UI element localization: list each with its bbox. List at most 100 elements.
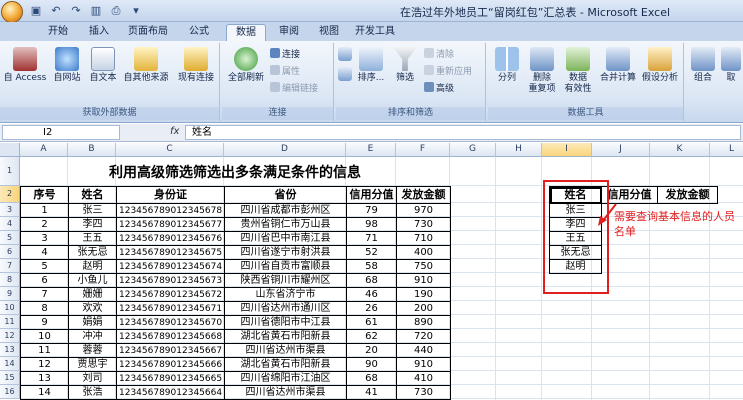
row-header-6[interactable]: 6 (0, 245, 20, 259)
row-header-9[interactable]: 9 (0, 287, 20, 301)
column-header-b[interactable]: B (68, 143, 116, 157)
table-header-cell[interactable]: 省份 (224, 186, 347, 204)
table-row[interactable]: 12 贾思宇 123456789012345666 湖北省黄石市阳新县 90 910 (20, 357, 451, 372)
table-cell[interactable]: 3 (20, 231, 69, 246)
dropdown-icon[interactable]: ▾ (128, 3, 144, 18)
text-to-columns-button[interactable]: 分列 (490, 47, 524, 84)
table-cell[interactable]: 730 (396, 385, 451, 400)
tab-data[interactable]: 数据 (226, 24, 266, 41)
what-if-analysis-button[interactable]: 假设分析 (638, 47, 682, 84)
table-cell[interactable]: 四川省巴中市南江县 (224, 231, 347, 246)
sheet-title[interactable]: 利用高级筛选筛选出多条满足条件的信息 (20, 157, 450, 186)
row-header-14[interactable]: 14 (0, 357, 20, 371)
table-cell[interactable]: 1 (20, 203, 69, 218)
table-cell[interactable]: 5 (20, 259, 69, 274)
table-cell[interactable]: 欢欢 (68, 301, 117, 316)
filter-button[interactable]: 筛选 (390, 47, 420, 84)
table-cell[interactable]: 20 (346, 343, 397, 358)
row-header-4[interactable]: 4 (0, 217, 20, 231)
column-header-l[interactable]: L (710, 143, 743, 157)
table-cell[interactable]: 46 (346, 287, 397, 302)
table-cell[interactable]: 10 (20, 329, 69, 344)
table-header-cell[interactable]: 发放金额 (396, 186, 451, 204)
tab-view[interactable]: 视图 (310, 24, 348, 41)
select-all-corner[interactable] (0, 143, 20, 157)
table-cell[interactable]: 440 (396, 343, 451, 358)
column-header-i[interactable]: I (542, 143, 592, 157)
table-cell[interactable]: 910 (396, 273, 451, 288)
row-header-13[interactable]: 13 (0, 343, 20, 357)
connections-button[interactable]: 连接 (270, 48, 300, 60)
table-row[interactable]: 2 李四 123456789012345677 贵州省铜仁市万山县 98 730 (20, 217, 451, 232)
table-row[interactable]: 3 王五 123456789012345676 四川省巴中市南江县 71 710 (20, 231, 451, 246)
table-cell[interactable]: 123456789012345677 (116, 217, 225, 232)
table-header-cell[interactable]: 信用分值 (346, 186, 397, 204)
table-cell[interactable]: 123456789012345673 (116, 273, 225, 288)
table-cell[interactable]: 贾思宇 (68, 357, 117, 372)
table-cell[interactable]: 79 (346, 203, 397, 218)
table-header-cell[interactable]: 身份证 (116, 186, 225, 204)
table-cell[interactable]: 四川省自贡市富顺县 (224, 259, 347, 274)
table-row[interactable]: 8 欢欢 123456789012345671 四川省达州市通川区 26 200 (20, 301, 451, 316)
table-cell[interactable]: 720 (396, 329, 451, 344)
from-web-button[interactable]: 自网站 (50, 47, 84, 84)
criteria-header[interactable]: 发放金额 (657, 186, 718, 204)
table-cell[interactable]: 刘司 (68, 371, 117, 386)
edit-links-button[interactable]: 编辑链接 (270, 82, 318, 94)
column-header-j[interactable]: J (592, 143, 650, 157)
table-cell[interactable]: 四川省绵阳市江油区 (224, 371, 347, 386)
empty-cell[interactable] (602, 260, 658, 274)
empty-cell[interactable] (658, 246, 718, 260)
table-row[interactable]: 7 姗姗 123456789012345672 山东省济宁市 46 190 (20, 287, 451, 302)
column-header-f[interactable]: F (396, 143, 450, 157)
remove-duplicates-button[interactable]: 删除 重复项 (524, 47, 560, 95)
group-button[interactable]: 组合 (688, 47, 718, 84)
empty-cell[interactable] (602, 246, 658, 260)
save-icon[interactable]: ▣ (28, 3, 44, 18)
worksheet-grid[interactable]: ABCDEFGHIJKL 1 2 3 4 5 6 7 8 9 10 11 12 13 14 15 16 利用高… (0, 143, 743, 400)
chart-icon[interactable]: ▥ (88, 3, 104, 18)
reapply-button[interactable]: 重新应用 (424, 65, 472, 77)
table-cell[interactable]: 910 (396, 357, 451, 372)
table-cell[interactable]: 123456789012345667 (116, 343, 225, 358)
tab-developer[interactable]: 开发工具 (350, 24, 400, 41)
table-cell[interactable]: 98 (346, 217, 397, 232)
column-header-k[interactable]: K (650, 143, 710, 157)
fx-icon[interactable]: fx (170, 126, 179, 137)
from-other-sources-button[interactable]: 自其他来源 (120, 47, 172, 84)
table-cell[interactable]: 陕西省铜川市耀州区 (224, 273, 347, 288)
table-cell[interactable]: 9 (20, 315, 69, 330)
table-cell[interactable]: 26 (346, 301, 397, 316)
table-cell[interactable]: 四川省成都市彭州区 (224, 203, 347, 218)
table-cell[interactable]: 4 (20, 245, 69, 260)
table-cell[interactable]: 赵明 (68, 259, 117, 274)
table-header-cell[interactable]: 姓名 (68, 186, 117, 204)
table-row[interactable]: 13 刘司 123456789012345665 四川省绵阳市江油区 68 410 (20, 371, 451, 386)
row-header-15[interactable]: 15 (0, 371, 20, 385)
clear-filter-button[interactable]: 清除 (424, 48, 454, 60)
table-cell[interactable]: 小鱼儿 (68, 273, 117, 288)
table-cell[interactable]: 730 (396, 217, 451, 232)
table-cell[interactable]: 71 (346, 231, 397, 246)
row-header-5[interactable]: 5 (0, 231, 20, 245)
table-cell[interactable]: 123456789012345678 (116, 203, 225, 218)
table-cell[interactable]: 123456789012345671 (116, 301, 225, 316)
tab-page-layout[interactable]: 页面布局 (122, 24, 174, 41)
column-header-c[interactable]: C (116, 143, 224, 157)
existing-connections-button[interactable]: 现有连接 (174, 47, 218, 84)
row-header-3[interactable]: 3 (0, 203, 20, 217)
table-cell[interactable]: 123456789012345665 (116, 371, 225, 386)
refresh-all-button[interactable]: 全部刷新 (224, 47, 268, 84)
table-cell[interactable]: 123456789012345666 (116, 357, 225, 372)
table-cell[interactable]: 娟娟 (68, 315, 117, 330)
formula-input[interactable]: 姓名 (185, 125, 741, 140)
tab-home[interactable]: 开始 (38, 24, 78, 41)
table-cell[interactable]: 11 (20, 343, 69, 358)
table-cell[interactable]: 52 (346, 245, 397, 260)
table-cell[interactable]: 四川省达州市渠县 (224, 385, 347, 400)
table-cell[interactable]: 7 (20, 287, 69, 302)
table-cell[interactable]: 冲冲 (68, 329, 117, 344)
table-cell[interactable]: 123456789012345668 (116, 329, 225, 344)
office-button[interactable] (1, 1, 23, 23)
table-cell[interactable]: 四川省达州市通川区 (224, 301, 347, 316)
